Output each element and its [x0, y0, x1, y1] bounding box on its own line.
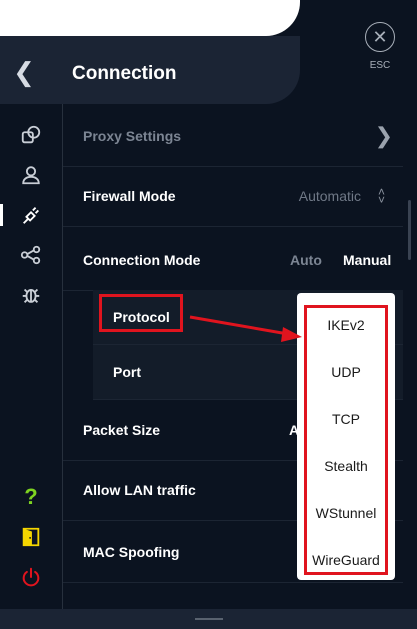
annotation-arrow — [189, 315, 302, 342]
app-window: ❮ Connection ✕ ESC ? Proxy Settings ❯ Fi… — [0, 0, 417, 629]
